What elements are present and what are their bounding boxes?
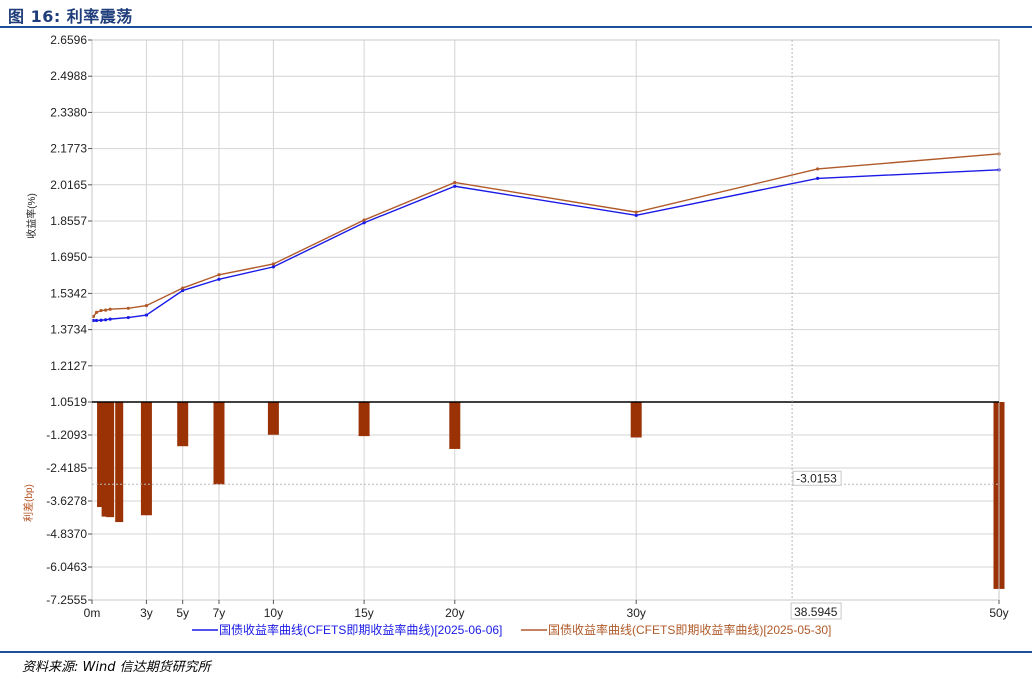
spread-bar	[213, 402, 225, 485]
x-tick-label: 3y	[140, 606, 153, 620]
series-point	[816, 176, 820, 180]
y-tick-label: -3.6278	[46, 494, 87, 508]
x-tick-label: 30y	[627, 606, 646, 620]
series-point	[108, 307, 112, 311]
series-point	[217, 273, 221, 277]
bottom-rule	[0, 651, 1032, 653]
y-tick-label: 2.0165	[50, 178, 87, 192]
spread-bar	[140, 402, 152, 516]
series-point	[181, 286, 185, 290]
y-axis-label-spread: 利差(bp)	[22, 484, 35, 522]
figure-title: 图 16: 利率震荡	[8, 7, 133, 26]
cursor-x-label: 38.5945	[794, 605, 838, 619]
y-tick-label: -4.8370	[46, 527, 87, 541]
spread-bar	[267, 402, 279, 435]
series-point	[108, 317, 112, 321]
spread-bar	[358, 402, 370, 437]
spread-bars	[97, 402, 1005, 589]
series-point	[453, 180, 457, 185]
y-tick-label: 1.8557	[50, 214, 87, 228]
series-point	[126, 306, 130, 310]
y-tick-label: 2.6596	[50, 33, 87, 47]
y-tick-label: 1.3734	[50, 323, 87, 337]
series-point	[104, 308, 108, 312]
spread-bar	[177, 402, 189, 447]
line-panel-grid	[92, 40, 999, 600]
x-tick-label: 10y	[264, 606, 283, 620]
source-note: 资料来源: Wind 信达期货研究所	[22, 660, 211, 675]
series-point	[453, 184, 457, 188]
y-tick-label: 1.5342	[50, 286, 87, 300]
axes: 2.6596 2.4988 2.3380 2.1773 2.0165 1.8557 1.69…	[46, 33, 1008, 620]
series-point	[271, 262, 275, 266]
series-point	[362, 218, 366, 222]
series-point	[94, 318, 99, 323]
series-point	[634, 210, 638, 214]
series-point	[217, 277, 221, 281]
y-tick-label: 2.1773	[50, 142, 87, 156]
y-tick-label: 2.3380	[50, 105, 87, 119]
series-point	[99, 318, 103, 322]
cursor-value-label: -3.0153	[796, 471, 837, 485]
x-tick-label: 5y	[176, 606, 189, 620]
series-line-0530	[92, 153, 1000, 317]
series-point	[104, 318, 108, 322]
spread-bar	[106, 402, 115, 518]
y-axis-label-yield: 收益率(%)	[25, 193, 38, 239]
x-tick-label: 50y	[989, 606, 1008, 620]
plot-frame	[91, 39, 1000, 601]
x-tick-label: 7y	[213, 606, 226, 620]
legend-label: 国债收益率曲线(CFETS即期收益率曲线)[2025-06-06]	[219, 622, 502, 637]
series-point	[126, 315, 130, 320]
spread-bar	[449, 402, 461, 449]
y-tick-label: -7.2555	[46, 593, 87, 607]
y-tick-label: -1.2093	[46, 428, 87, 442]
series-point	[634, 213, 638, 217]
x-tick-label: 0m	[84, 606, 101, 620]
yield-lines	[91, 152, 1001, 323]
x-tick-label: 20y	[445, 606, 464, 620]
y-tick-label: -6.0463	[46, 560, 87, 574]
series-point	[271, 265, 275, 269]
y-tick-label: 1.6950	[50, 250, 87, 264]
bar-panel-grid	[92, 434, 999, 568]
series-point	[144, 304, 149, 308]
y-tick-label: 2.4988	[50, 69, 87, 83]
yield-curve-chart: 2.6596 2.4988 2.3380 2.1773 2.0165 1.8557 1.69…	[22, 33, 1009, 637]
series-point	[144, 313, 149, 317]
y-tick-label: -2.4185	[46, 461, 87, 475]
spread-bar	[115, 402, 124, 523]
legend: 国债收益率曲线(CFETS即期收益率曲线)[2025-06-06] 国债收益率曲线…	[192, 622, 831, 637]
series-line-0606	[93, 169, 1000, 322]
series-point	[94, 310, 99, 314]
spread-bar	[630, 402, 642, 438]
y-tick-label: 1.0519	[50, 395, 87, 409]
series-point	[816, 167, 820, 171]
series-point	[99, 308, 103, 313]
x-tick-label: 15y	[354, 606, 373, 620]
y-tick-label: 1.2127	[50, 359, 87, 373]
legend-label: 国债收益率曲线(CFETS即期收益率曲线)[2025-05-30]	[548, 622, 831, 637]
